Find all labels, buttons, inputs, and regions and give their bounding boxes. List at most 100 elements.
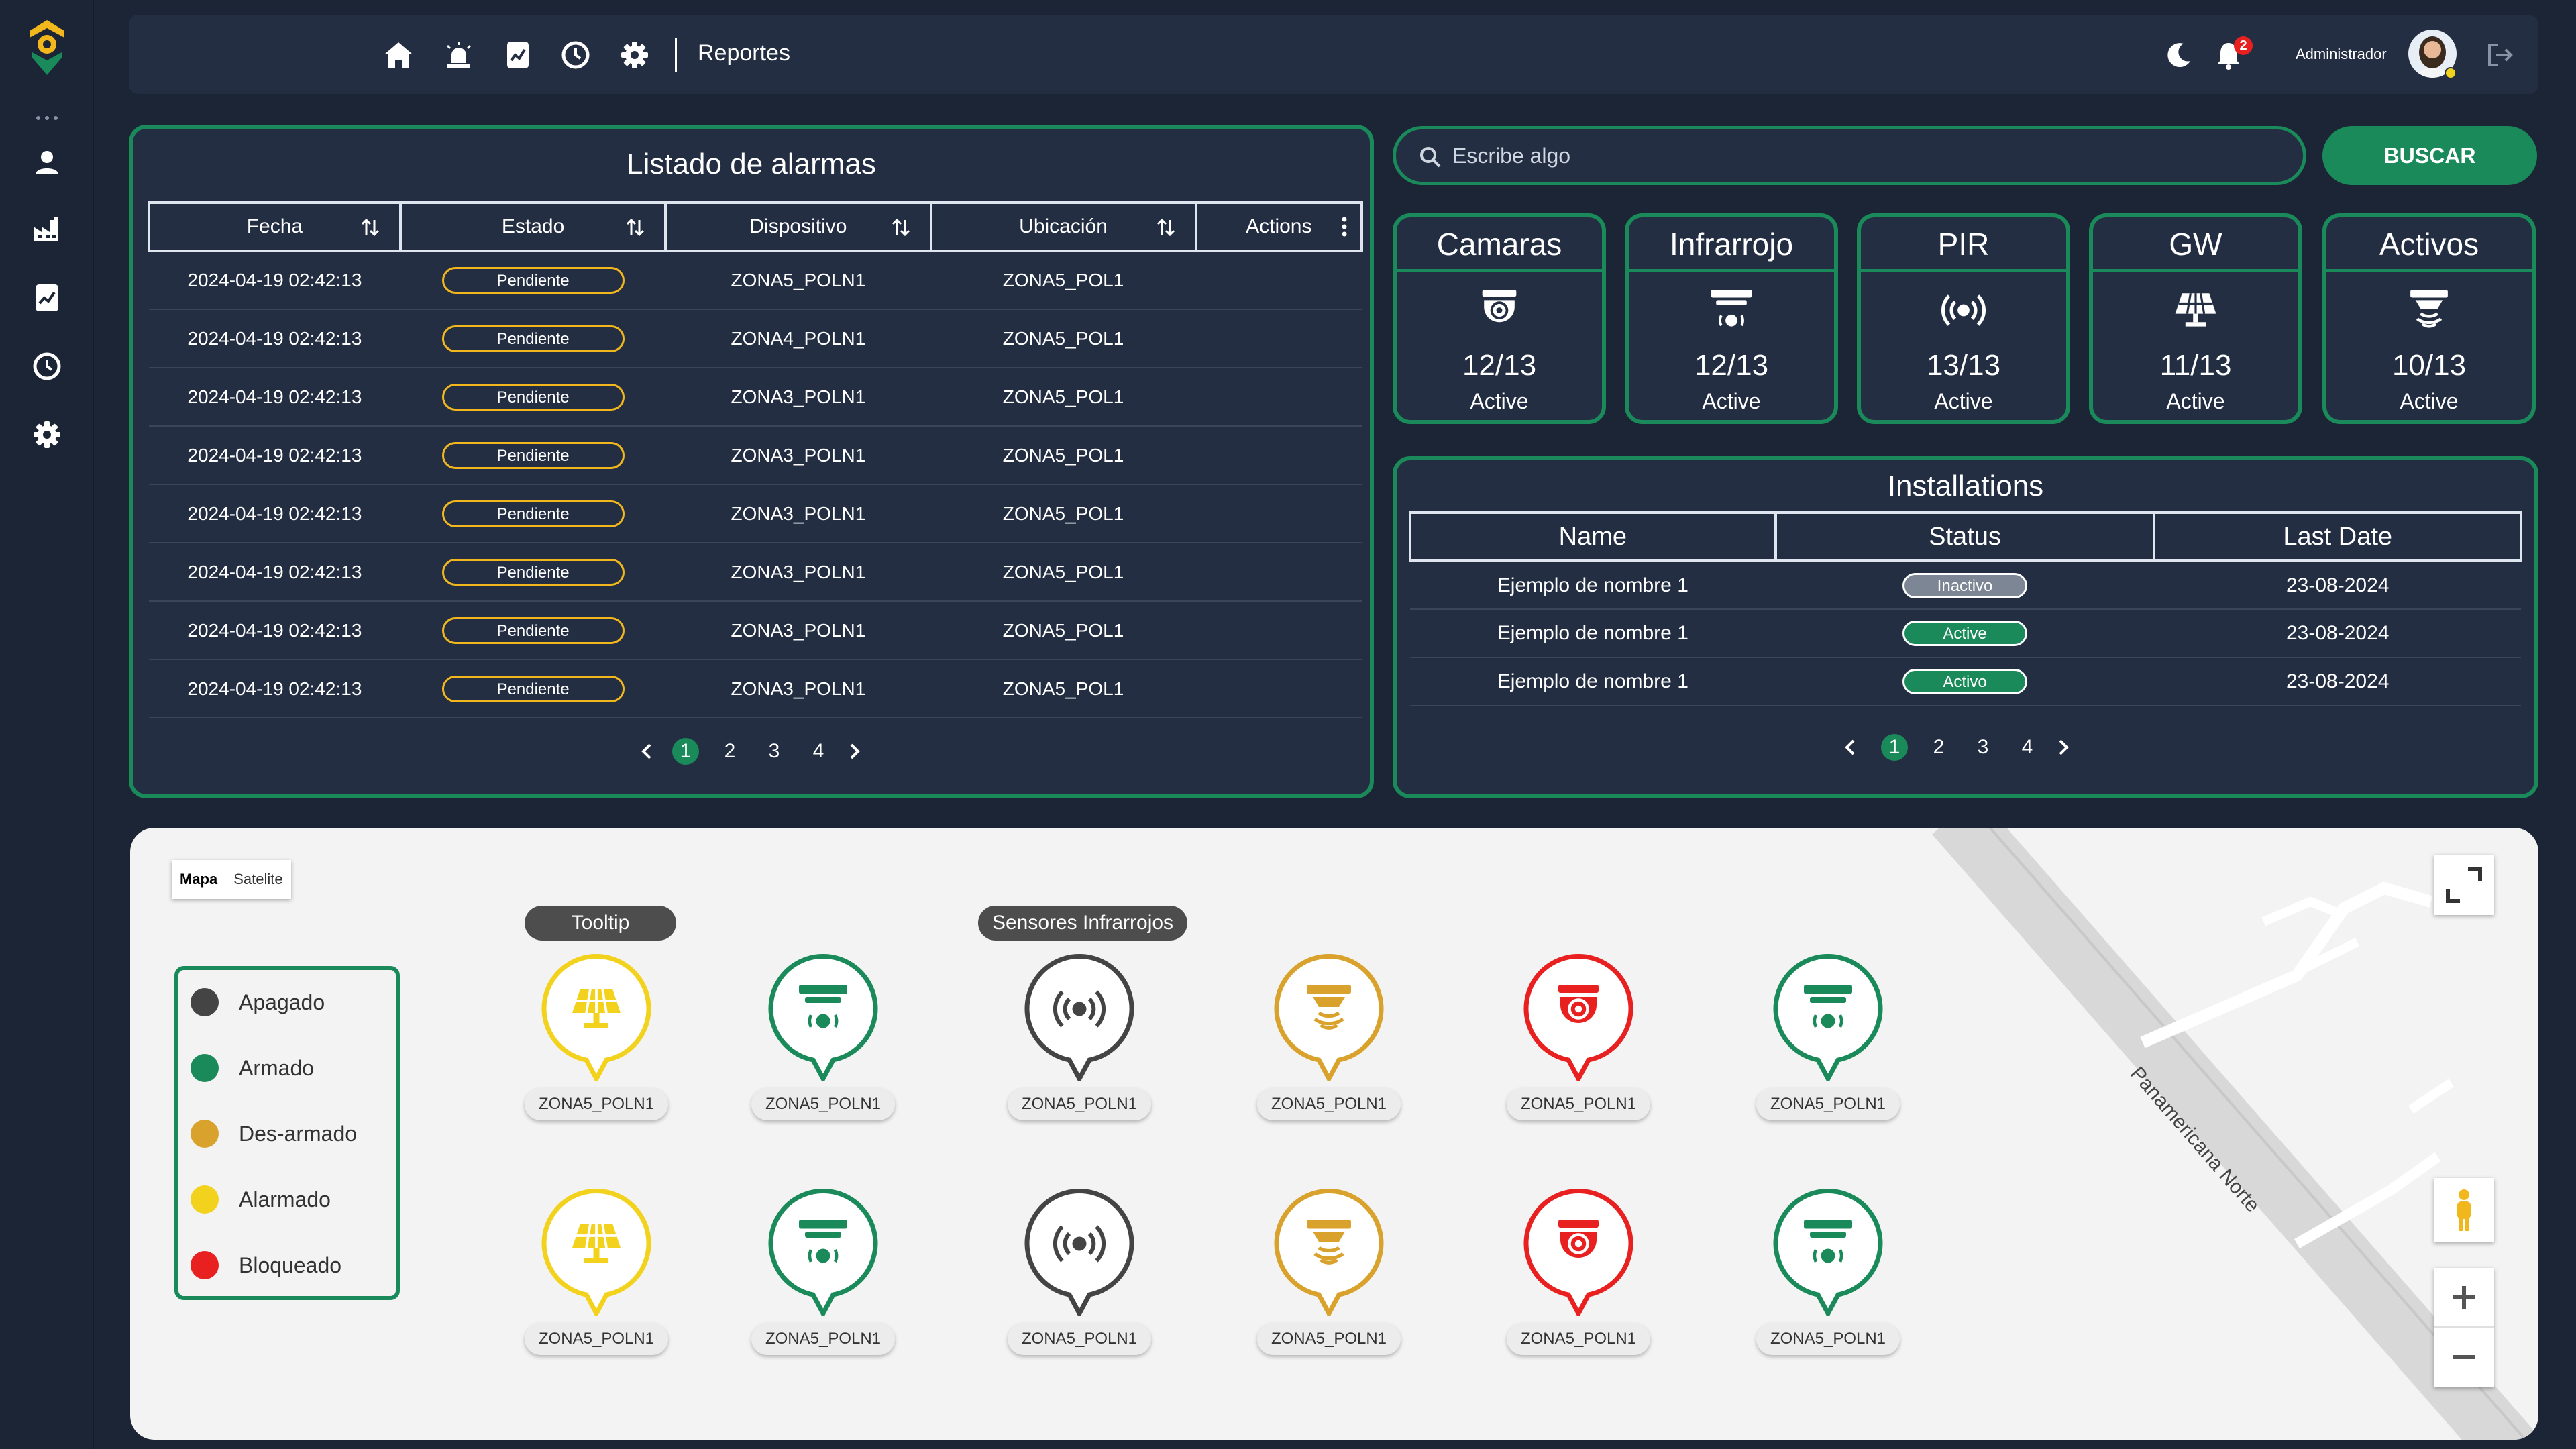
map-marker[interactable] bbox=[759, 1182, 887, 1316]
table-row[interactable]: Ejemplo de nombre 1 Active 23-08-2024 bbox=[1410, 609, 2521, 658]
table-row[interactable]: 2024-04-19 02:42:13 Pendiente ZONA3_POLN1 Z… bbox=[149, 601, 1362, 660]
sort-icon[interactable] bbox=[360, 217, 380, 237]
table-row[interactable]: 2024-04-19 02:42:13 Pendiente ZONA3_POLN1 Z… bbox=[149, 426, 1362, 485]
cell-dispositivo: ZONA3_POLN1 bbox=[665, 601, 931, 660]
cell-actions[interactable] bbox=[1195, 426, 1362, 485]
table-row[interactable]: 2024-04-19 02:42:13 Pendiente ZONA4_POLN1 Z… bbox=[149, 309, 1362, 368]
column-header-dispositivo[interactable]: Dispositivo bbox=[664, 201, 932, 252]
zoom-in-icon[interactable] bbox=[2434, 1269, 2494, 1328]
ceiling-sensor-icon bbox=[2326, 283, 2532, 334]
history-clock-icon[interactable] bbox=[558, 38, 593, 72]
next-page-icon[interactable] bbox=[2050, 734, 2077, 761]
fullscreen-icon[interactable] bbox=[2434, 855, 2494, 915]
map-marker[interactable] bbox=[533, 947, 660, 1081]
home-icon[interactable] bbox=[381, 38, 416, 72]
column-header-actions[interactable]: Actions bbox=[1194, 201, 1364, 252]
sort-icon[interactable] bbox=[625, 217, 645, 237]
map-marker[interactable] bbox=[1764, 947, 1892, 1081]
cell-dispositivo: ZONA3_POLN1 bbox=[665, 368, 931, 427]
cell-actions[interactable] bbox=[1195, 368, 1362, 427]
user-icon[interactable] bbox=[30, 145, 64, 180]
column-header-ubicacion[interactable]: Ubicación bbox=[929, 201, 1197, 252]
page-button[interactable]: 1 bbox=[672, 738, 699, 765]
column-header-status[interactable]: Status bbox=[1774, 511, 2156, 562]
stat-card-subtitle: Active bbox=[2400, 389, 2459, 413]
factory-icon[interactable] bbox=[30, 212, 64, 247]
next-page-icon[interactable] bbox=[841, 738, 868, 765]
table-row[interactable]: 2024-04-19 02:42:13 Pendiente ZONA3_POLN1 Z… bbox=[149, 543, 1362, 602]
cell-estado: Pendiente bbox=[400, 426, 666, 485]
page-button[interactable]: 4 bbox=[2014, 736, 2041, 759]
cell-actions[interactable] bbox=[1195, 601, 1362, 660]
sort-icon[interactable] bbox=[891, 217, 911, 237]
column-header-fecha[interactable]: Fecha bbox=[148, 201, 402, 252]
column-label: Ubicación bbox=[1019, 215, 1108, 237]
legend-label: Armado bbox=[239, 1055, 315, 1080]
settings-gear-icon[interactable] bbox=[617, 38, 652, 72]
table-row[interactable]: 2024-04-19 02:42:13 Pendiente ZONA5_POLN1 Z… bbox=[149, 251, 1362, 310]
report-chart-icon[interactable] bbox=[500, 38, 535, 72]
cell-actions[interactable] bbox=[1195, 659, 1362, 718]
page-button[interactable]: 2 bbox=[1925, 736, 1952, 759]
map-marker[interactable] bbox=[1515, 1182, 1642, 1316]
stat-card-camaras[interactable]: Camaras 12/13 Active bbox=[1393, 213, 1606, 424]
map-marker[interactable] bbox=[1265, 947, 1393, 1081]
cell-actions[interactable] bbox=[1195, 309, 1362, 368]
prev-page-icon[interactable] bbox=[633, 738, 660, 765]
map-marker[interactable] bbox=[1016, 947, 1143, 1081]
history-clock-icon[interactable] bbox=[30, 349, 64, 384]
map-type-satelite[interactable]: Satelite bbox=[225, 860, 290, 899]
dome-camera-icon bbox=[1548, 977, 1609, 1037]
sort-icon[interactable] bbox=[1156, 217, 1176, 237]
report-chart-icon[interactable] bbox=[30, 280, 64, 315]
logout-icon[interactable] bbox=[2482, 38, 2517, 72]
settings-gear-icon[interactable] bbox=[30, 417, 64, 452]
table-row[interactable]: Ejemplo de nombre 1 Activo 23-08-2024 bbox=[1410, 657, 2521, 706]
page-button[interactable]: 4 bbox=[805, 740, 832, 763]
map-marker[interactable] bbox=[1016, 1182, 1143, 1316]
cell-status: Inactivo bbox=[1775, 561, 2155, 610]
prev-page-icon[interactable] bbox=[1837, 734, 1864, 761]
stat-card-value: 11/13 bbox=[2159, 349, 2232, 382]
search-input[interactable] bbox=[1452, 139, 2257, 172]
cell-actions[interactable] bbox=[1195, 484, 1362, 543]
map-marker[interactable] bbox=[533, 1182, 660, 1316]
more-dots-icon[interactable] bbox=[30, 101, 64, 136]
page-button[interactable]: 3 bbox=[761, 740, 788, 763]
marker-label: ZONA5_POLN1 bbox=[1756, 1323, 1900, 1355]
infrared-sensor-icon bbox=[1629, 283, 1834, 334]
map-marker[interactable] bbox=[759, 947, 887, 1081]
table-row[interactable]: 2024-04-19 02:42:13 Pendiente ZONA3_POLN1 Z… bbox=[149, 484, 1362, 543]
cell-actions[interactable] bbox=[1195, 251, 1362, 310]
map-marker[interactable] bbox=[1265, 1182, 1393, 1316]
column-header-last-date[interactable]: Last Date bbox=[2153, 511, 2522, 562]
alarm-siren-icon[interactable] bbox=[441, 38, 476, 72]
solar-panel-icon bbox=[566, 1212, 627, 1272]
more-vertical-icon[interactable] bbox=[1340, 216, 1348, 237]
column-header-estado[interactable]: Estado bbox=[398, 201, 667, 252]
map-marker[interactable] bbox=[1764, 1182, 1892, 1316]
stat-card-value: 12/13 bbox=[1694, 349, 1769, 382]
street-view-pegman-icon[interactable] bbox=[2434, 1178, 2494, 1242]
map-type-mapa[interactable]: Mapa bbox=[172, 860, 225, 899]
page-button[interactable]: 1 bbox=[1881, 734, 1908, 761]
brand-logo-icon[interactable] bbox=[27, 17, 67, 78]
table-row[interactable]: 2024-04-19 02:42:13 Pendiente ZONA3_POLN1 Z… bbox=[149, 368, 1362, 427]
stat-card-pir[interactable]: PIR 13/13 Active bbox=[1857, 213, 2070, 424]
stat-card-gw[interactable]: GW 11/13 Active bbox=[2089, 213, 2302, 424]
table-row[interactable]: Ejemplo de nombre 1 Inactivo 23-08-2024 bbox=[1410, 561, 2521, 610]
table-row[interactable]: 2024-04-19 02:42:13 Pendiente ZONA3_POLN1 Z… bbox=[149, 659, 1362, 718]
status-badge: Activo bbox=[1902, 669, 2028, 694]
map-view[interactable]: Panamericana Norte Mapa Satelite Apagado… bbox=[130, 828, 2538, 1440]
zoom-out-icon[interactable] bbox=[2434, 1328, 2494, 1387]
alarms-table-header: Fecha Estado Dispositivo Ubicación Actio… bbox=[148, 201, 1364, 252]
cell-actions[interactable] bbox=[1195, 543, 1362, 602]
page-button[interactable]: 3 bbox=[1970, 736, 1996, 759]
search-button[interactable]: BUSCAR bbox=[2322, 126, 2537, 185]
stat-card-infrarrojo[interactable]: Infrarrojo 12/13 Active bbox=[1625, 213, 1838, 424]
column-header-name[interactable]: Name bbox=[1409, 511, 1777, 562]
page-button[interactable]: 2 bbox=[716, 740, 743, 763]
map-marker[interactable] bbox=[1515, 947, 1642, 1081]
dark-mode-moon-icon[interactable] bbox=[2161, 38, 2196, 72]
stat-card-activos[interactable]: Activos 10/13 Active bbox=[2322, 213, 2536, 424]
